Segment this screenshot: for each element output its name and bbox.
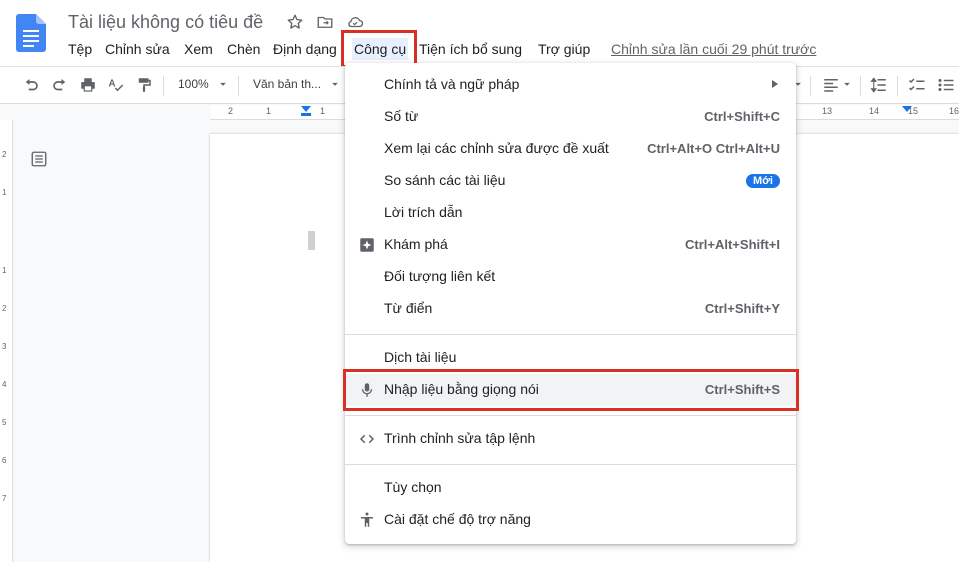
google-docs-logo[interactable] — [16, 14, 46, 52]
menu-item-label: Từ điển — [384, 300, 433, 316]
menu-item-label: So sánh các tài liệu — [384, 172, 506, 188]
menu-edit[interactable]: Chỉnh sửa — [105, 38, 170, 60]
undo-icon[interactable] — [22, 76, 40, 94]
left-indent-marker-icon[interactable] — [301, 106, 311, 118]
ruler-number: 6 — [2, 456, 7, 465]
toolbar-divider — [163, 76, 164, 96]
vertical-ruler[interactable]: 2 1 1 2 3 4 5 6 7 — [0, 120, 13, 562]
tools-dropdown-menu: Chính tả và ngữ pháp Số từ Ctrl+Shift+C … — [345, 63, 796, 544]
ruler-number: 1 — [2, 266, 7, 275]
ruler-number: 1 — [2, 188, 7, 197]
menu-file[interactable]: Tệp — [68, 38, 92, 60]
menu-item-dictionary[interactable]: Từ điển Ctrl+Shift+Y — [345, 293, 796, 325]
ruler-number: 2 — [2, 304, 7, 313]
voice-typing-highlight — [343, 369, 799, 411]
menu-item-spelling-grammar[interactable]: Chính tả và ngữ pháp — [345, 69, 796, 101]
menu-addons[interactable]: Tiện ích bổ sung — [419, 38, 522, 60]
menu-item-label: Chính tả và ngữ pháp — [384, 76, 520, 92]
menu-item-label: Cài đặt chế độ trợ năng — [384, 511, 531, 527]
menu-format[interactable]: Định dạng — [273, 38, 337, 60]
menu-divider — [345, 464, 796, 465]
paragraph-style-select[interactable]: Văn bản th... — [253, 77, 321, 91]
ruler-number: 3 — [2, 342, 7, 351]
toolbar-divider — [860, 76, 861, 96]
menu-item-shortcut: Ctrl+Alt+O Ctrl+Alt+U — [647, 141, 780, 156]
ruler-number: 15 — [908, 106, 919, 116]
toolbar-divider — [238, 76, 239, 96]
chevron-down-icon[interactable] — [328, 77, 342, 91]
ruler-number: 13 — [822, 106, 833, 116]
align-left-icon[interactable] — [822, 76, 840, 94]
menu-item-accessibility-settings[interactable]: Cài đặt chế độ trợ năng — [345, 504, 796, 536]
menu-item-label: Khám phá — [384, 236, 448, 252]
menu-divider — [345, 415, 796, 416]
menu-item-word-count[interactable]: Số từ Ctrl+Shift+C — [345, 101, 796, 133]
menu-item-compare-documents[interactable]: So sánh các tài liệu Mới — [345, 165, 796, 197]
toolbar-divider — [810, 76, 811, 96]
menu-item-shortcut: Ctrl+Shift+Y — [704, 301, 780, 316]
menu-view[interactable]: Xem — [184, 38, 213, 60]
menu-item-linked-objects[interactable]: Đối tượng liên kết — [345, 261, 796, 293]
menu-item-citations[interactable]: Lời trích dẫn — [345, 197, 796, 229]
last-edit-link[interactable]: Chỉnh sửa lần cuối 29 phút trước — [611, 38, 816, 60]
ruler-number: 1 — [320, 106, 326, 116]
menu-item-label: Tùy chọn — [384, 479, 442, 495]
chevron-down-icon[interactable] — [216, 77, 230, 91]
menu-item-label: Xem lại các chỉnh sửa được đề xuất — [384, 140, 609, 156]
checklist-icon[interactable] — [908, 76, 926, 94]
ruler-number: 5 — [2, 418, 7, 427]
redo-icon[interactable] — [51, 76, 69, 94]
menu-divider — [345, 334, 796, 335]
chevron-down-icon[interactable] — [840, 77, 854, 91]
ruler-number: 2 — [228, 106, 234, 116]
move-folder-icon[interactable] — [316, 13, 334, 31]
menu-item-preferences[interactable]: Tùy chọn — [345, 472, 796, 504]
cloud-saved-icon[interactable] — [346, 13, 364, 31]
menu-item-shortcut: Ctrl+Alt+Shift+I — [685, 237, 780, 252]
paint-format-icon[interactable] — [135, 76, 153, 94]
ruler-number: 1 — [266, 106, 272, 116]
ruler-number: 14 — [869, 106, 880, 116]
new-badge: Mới — [745, 174, 780, 188]
accessibility-icon — [361, 512, 373, 527]
bulleted-list-icon[interactable] — [937, 76, 955, 94]
code-icon — [359, 434, 375, 444]
ruler-number: 16 — [949, 106, 959, 116]
menu-item-label: Trình chỉnh sửa tập lệnh — [384, 430, 536, 446]
spellcheck-icon[interactable]: A — [107, 76, 125, 94]
line-spacing-icon[interactable] — [870, 76, 888, 94]
document-title[interactable]: Tài liệu không có tiêu đề — [68, 12, 263, 33]
svg-text:A: A — [109, 79, 116, 90]
top-bar: Tài liệu không có tiêu đề Tệp Chỉnh sửa … — [0, 0, 959, 66]
print-icon[interactable] — [79, 76, 97, 94]
menu-item-label: Dịch tài liệu — [384, 349, 457, 365]
ruler-number: 4 — [2, 380, 7, 389]
star-icon[interactable] — [286, 13, 304, 31]
menu-item-label: Số từ — [384, 108, 419, 124]
zoom-select[interactable]: 100% — [178, 77, 209, 91]
menu-item-review-suggested-edits[interactable]: Xem lại các chỉnh sửa được đề xuất Ctrl+… — [345, 133, 796, 165]
text-cursor — [308, 231, 315, 250]
explore-icon — [360, 238, 374, 252]
ruler-number: 7 — [2, 494, 7, 503]
submenu-arrow-icon — [772, 80, 778, 88]
menu-item-explore[interactable]: Khám phá Ctrl+Alt+Shift+I — [345, 229, 796, 261]
menu-item-label: Lời trích dẫn — [384, 204, 463, 220]
toolbar-divider — [897, 76, 898, 96]
ruler-number: 2 — [2, 150, 7, 159]
menu-item-script-editor[interactable]: Trình chỉnh sửa tập lệnh — [345, 423, 796, 455]
menu-item-shortcut: Ctrl+Shift+C — [704, 109, 780, 124]
menu-insert[interactable]: Chèn — [227, 38, 260, 60]
document-outline-icon[interactable] — [30, 150, 48, 168]
menu-help[interactable]: Trợ giúp — [538, 38, 590, 60]
menu-item-label: Đối tượng liên kết — [384, 268, 496, 284]
